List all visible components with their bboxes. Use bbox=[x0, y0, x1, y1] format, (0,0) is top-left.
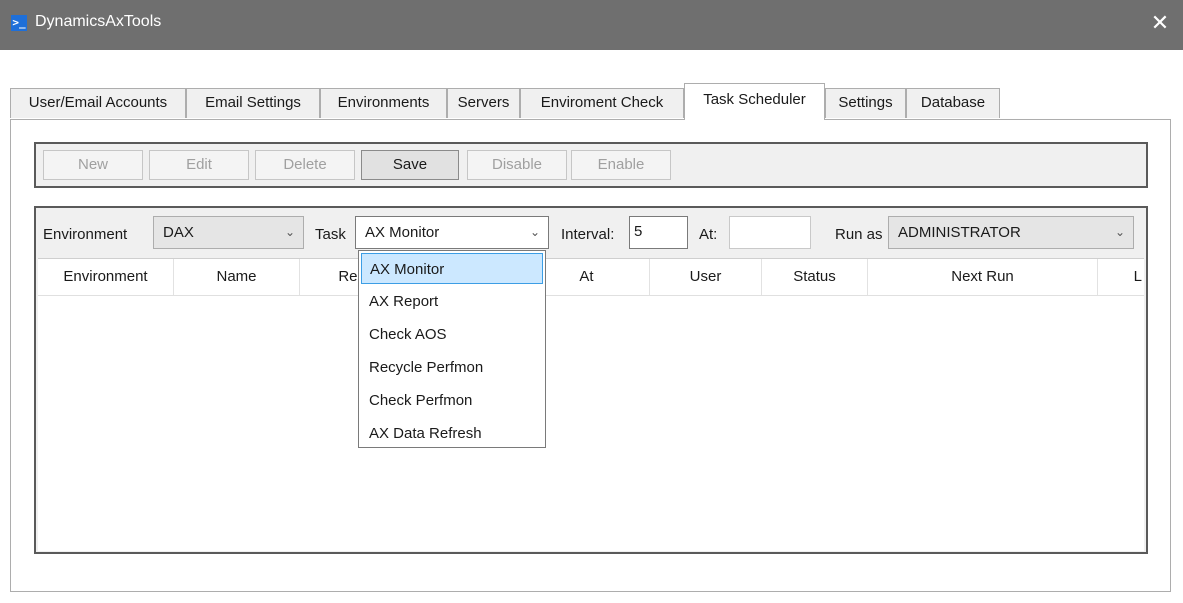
task-option-ax-monitor[interactable]: AX Monitor bbox=[361, 253, 543, 284]
column-header-status[interactable]: Status bbox=[762, 259, 868, 295]
enable-button[interactable]: Enable bbox=[571, 150, 671, 180]
column-header-last[interactable]: L bbox=[1098, 259, 1144, 295]
disable-button[interactable]: Disable bbox=[467, 150, 567, 180]
at-label: At: bbox=[699, 226, 718, 243]
tab-enviroment-check[interactable]: Enviroment Check bbox=[520, 88, 684, 118]
column-header-user[interactable]: User bbox=[650, 259, 762, 295]
edit-button[interactable]: Edit bbox=[149, 150, 249, 180]
run-as-label: Run as bbox=[835, 226, 883, 243]
tasks-grid[interactable]: Environment Name Repeat At User Status N… bbox=[38, 258, 1144, 551]
close-button[interactable]: ✕ bbox=[1147, 8, 1173, 38]
task-option-ax-report[interactable]: AX Report bbox=[361, 286, 543, 317]
chevron-down-icon: ⌄ bbox=[284, 225, 295, 239]
title-bar: >_ DynamicsAxTools ✕ bbox=[0, 0, 1183, 50]
column-header-next-run[interactable]: Next Run bbox=[868, 259, 1098, 295]
chevron-down-icon: ⌄ bbox=[529, 225, 540, 239]
run-as-select[interactable]: ADMINISTRATOR ⌄ bbox=[888, 216, 1134, 249]
task-option-check-perfmon[interactable]: Check Perfmon bbox=[361, 385, 543, 416]
environment-select-value: DAX bbox=[163, 224, 194, 241]
save-button[interactable]: Save bbox=[361, 150, 459, 180]
task-select[interactable]: AX Monitor ⌄ bbox=[355, 216, 549, 249]
task-select-value: AX Monitor bbox=[365, 224, 440, 241]
at-input[interactable] bbox=[729, 216, 811, 249]
task-option-recycle-perfmon[interactable]: Recycle Perfmon bbox=[361, 352, 543, 383]
window-title: DynamicsAxTools bbox=[35, 13, 162, 30]
task-dropdown-list: AX Monitor AX Report Check AOS Recycle P… bbox=[358, 250, 546, 448]
tab-user-email-accounts[interactable]: User/Email Accounts bbox=[10, 88, 186, 118]
task-filter-panel: Environment DAX ⌄ Task AX Monitor ⌄ Inte… bbox=[34, 206, 1148, 554]
tab-database[interactable]: Database bbox=[906, 88, 1000, 118]
task-option-check-aos[interactable]: Check AOS bbox=[361, 319, 543, 350]
powershell-icon: >_ bbox=[11, 15, 27, 31]
environment-label: Environment bbox=[43, 226, 128, 243]
tab-email-settings[interactable]: Email Settings bbox=[186, 88, 320, 118]
new-button[interactable]: New bbox=[43, 150, 143, 180]
tab-task-scheduler[interactable]: Task Scheduler bbox=[684, 83, 825, 120]
task-option-ax-data-refresh[interactable]: AX Data Refresh bbox=[361, 418, 543, 449]
action-toolbar: New Edit Delete Save Disable Enable bbox=[34, 142, 1148, 188]
interval-input[interactable]: 5 bbox=[629, 216, 688, 249]
tab-environments[interactable]: Environments bbox=[320, 88, 447, 118]
task-label: Task bbox=[315, 226, 346, 243]
grid-header: Environment Name Repeat At User Status N… bbox=[38, 259, 1144, 296]
environment-select[interactable]: DAX ⌄ bbox=[153, 216, 304, 249]
tab-servers[interactable]: Servers bbox=[447, 88, 520, 118]
column-header-environment[interactable]: Environment bbox=[38, 259, 174, 295]
column-header-name[interactable]: Name bbox=[174, 259, 300, 295]
tab-settings[interactable]: Settings bbox=[825, 88, 906, 118]
interval-label: Interval: bbox=[561, 226, 615, 243]
run-as-select-value: ADMINISTRATOR bbox=[898, 224, 1021, 241]
chevron-down-icon: ⌄ bbox=[1114, 225, 1125, 239]
delete-button[interactable]: Delete bbox=[255, 150, 355, 180]
